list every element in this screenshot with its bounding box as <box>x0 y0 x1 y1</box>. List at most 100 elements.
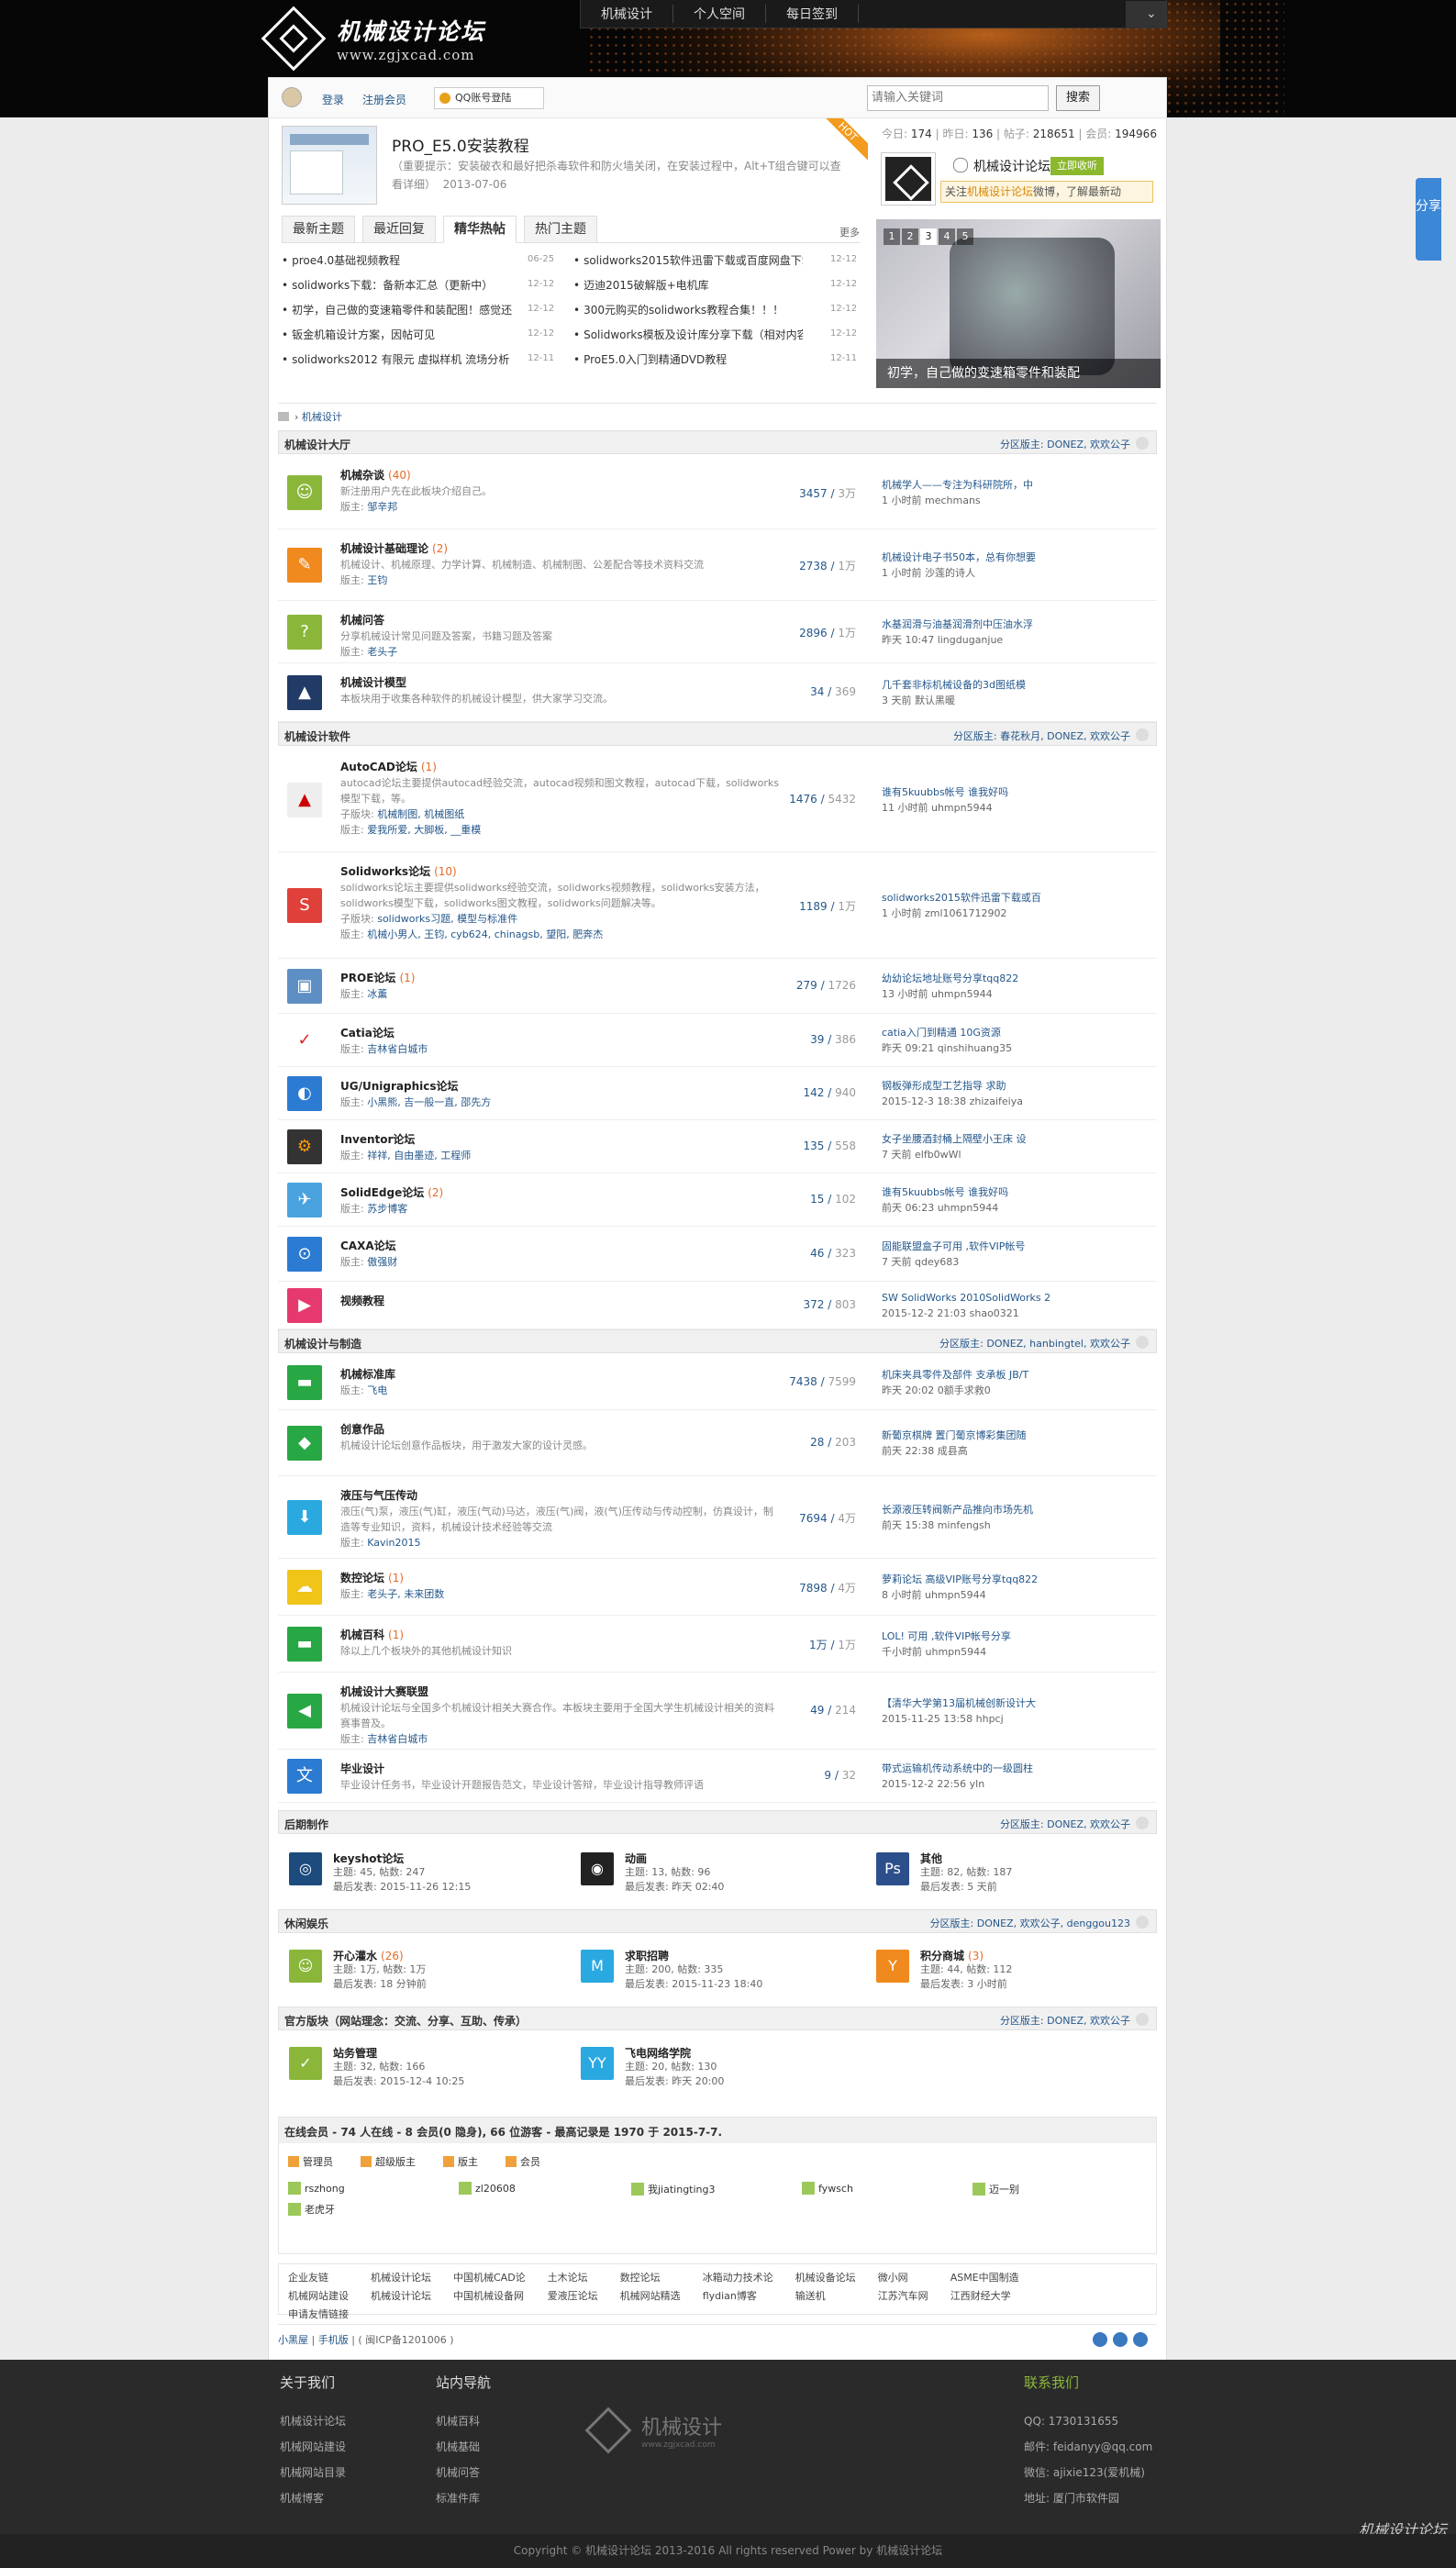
last-post-link[interactable]: 女子坐腰酒封桶上隔壁小王床 设 <box>882 1131 1065 1147</box>
forum-title[interactable]: SolidEdge论坛 <box>340 1186 424 1199</box>
last-post-link[interactable]: 新葡京棋牌 置门葡京博彩集团随 <box>882 1428 1065 1443</box>
forum-icon[interactable]: ◐ <box>287 1076 322 1111</box>
forum-name[interactable]: CAXA论坛 <box>340 1238 396 1253</box>
section-title[interactable]: 机械设计软件 <box>284 728 350 744</box>
slide-5[interactable]: 5 <box>957 228 973 245</box>
online-user[interactable]: 我jiatingting3 <box>631 2182 716 2196</box>
hot-thread-link[interactable]: 钣金机箱设计方案，因帖可见 <box>282 327 520 350</box>
forum-row[interactable]: ? 机械问答 分享机械设计常见问题及答案，书籍习题及答案 版主: 老头子 2896 / … <box>278 601 1157 663</box>
forum-row[interactable]: ☺ 机械杂谈 (40) 新注册用户先在此板块介绍自己。 版主: 邹辛邦 3457 / 3万… <box>278 456 1157 529</box>
last-post-link[interactable]: 长源液压转阀新产品推向市场先机 <box>882 1502 1065 1517</box>
forum-row[interactable]: 文 毕业设计 毕业设计任务书，毕业设计开题报告范文，毕业设计答辩，毕业设计指导教师评… <box>278 1750 1157 1803</box>
forum-icon[interactable]: S <box>287 888 322 923</box>
forum-title[interactable]: 机械杂谈 <box>340 469 384 482</box>
footer-link[interactable]: 机械网站目录 <box>280 2460 346 2485</box>
featured-title[interactable]: PRO_E5.0安装教程 <box>392 133 529 156</box>
forum-name[interactable]: 积分商城 (3) <box>920 1948 984 1963</box>
forum-title[interactable]: 机械设计基础理论 <box>340 542 428 555</box>
forum-name[interactable]: 机械设计大赛联盟 <box>340 1684 428 1699</box>
featured-post[interactable]: PRO_E5.0安装教程 （重要提示：安装破衣和最好把杀毒软件和防火墙关闭，在安… <box>282 126 841 214</box>
image-slider[interactable]: 1 2 3 4 5 初学，自己做的变速箱零件和装配 <box>876 219 1161 388</box>
forum-row[interactable]: ▲ AutoCAD论坛 (1) autocad论坛主要提供autocad经验交流，au… <box>278 748 1157 852</box>
share-tab[interactable]: 分享 <box>1416 178 1441 261</box>
forum-title[interactable]: 机械设计模型 <box>340 676 406 689</box>
section-title[interactable]: 官方版块（网站理念：交流、分享、互助、传承） <box>284 2013 527 2029</box>
forum-title[interactable]: 数控论坛 <box>340 1572 384 1584</box>
friend-link[interactable]: 土木论坛 <box>548 2270 598 2285</box>
tab-latest[interactable]: 最新主题 <box>282 216 355 243</box>
forum-icon[interactable]: ⚙ <box>287 1129 322 1164</box>
moderators[interactable]: DONEZ, 欢欢公子 <box>1047 439 1130 450</box>
online-user[interactable]: 老虎牙 <box>288 2202 335 2217</box>
forum-row[interactable]: ◆ 创意作品 机械设计论坛创意作品板块，用于激发大家的设计灵感。 28 / 203 新葡… <box>278 1410 1157 1476</box>
slide-2[interactable]: 2 <box>902 228 918 245</box>
online-user[interactable]: fywsch <box>802 2182 853 2195</box>
forum-title[interactable]: 机械问答 <box>340 614 384 627</box>
forum-name[interactable]: Solidworks论坛 (10) <box>340 863 457 879</box>
forum-icon[interactable]: ☺ <box>289 1950 322 1983</box>
moderator-links[interactable]: 王钧 <box>367 574 387 586</box>
forum-icon[interactable]: ◀ <box>287 1694 322 1729</box>
forum-icon[interactable]: ◉ <box>581 1852 614 1885</box>
forum-title[interactable]: 求职招聘 <box>625 1950 669 1962</box>
forum-name[interactable]: AutoCAD论坛 (1) <box>340 759 437 774</box>
moderator-links[interactable]: Kavin2015 <box>367 1537 420 1549</box>
forum-icon[interactable]: ◎ <box>289 1852 322 1885</box>
forum-title[interactable]: Inventor论坛 <box>340 1133 415 1146</box>
forum-row[interactable]: S Solidworks论坛 (10) solidworks论坛主要提供solidwo… <box>278 852 1157 959</box>
moderator-links[interactable]: 爱我所爱, 大脚板, __重模 <box>367 824 481 836</box>
online-user[interactable]: zl20608 <box>459 2182 516 2195</box>
forum-title[interactable]: 机械标准库 <box>340 1368 395 1381</box>
forum-icon[interactable]: M <box>581 1950 614 1983</box>
subforum-links[interactable]: 机械制图, 机械图纸 <box>377 808 464 820</box>
collapse-icon[interactable] <box>1136 1817 1149 1829</box>
friend-link[interactable]: 爱液压论坛 <box>548 2288 598 2303</box>
blackroom-link[interactable]: 小黑屋 <box>278 2334 308 2346</box>
last-post-link[interactable]: 机械设计电子书50本，总有你想要 <box>882 550 1065 565</box>
forum-title[interactable]: 站务管理 <box>333 2047 377 2060</box>
forum-name[interactable]: 机械百科 (1) <box>340 1627 404 1642</box>
forum-title[interactable]: 视频教程 <box>340 1295 384 1307</box>
last-post-link[interactable]: catia入门到精通 10G资源 <box>882 1025 1065 1040</box>
friend-link[interactable]: 机械设备论坛 <box>795 2270 856 2285</box>
last-post-link[interactable]: SW SolidWorks 2010SolidWorks 2 <box>882 1290 1065 1306</box>
moderator-links[interactable]: 飞电 <box>367 1384 387 1396</box>
friend-link[interactable]: 江西财经大学 <box>950 2288 1019 2303</box>
moderator-links[interactable]: 冰薰 <box>367 988 387 1000</box>
forum-row[interactable]: ▬ 机械标准库 版主: 飞电 7438 / 7599 机床夹具零件及部件 支承板 JB/… <box>278 1355 1157 1410</box>
section-title[interactable]: 休闲娱乐 <box>284 1916 328 1931</box>
nav-item-signin[interactable]: 每日签到 <box>766 5 859 23</box>
forum-name[interactable]: 求职招聘 <box>625 1948 669 1963</box>
moderator-links[interactable]: 老头子 <box>367 646 397 658</box>
forum-name[interactable]: SolidEdge论坛 (2) <box>340 1184 443 1200</box>
moderators[interactable]: DONEZ, 欢欢公子 <box>1047 2015 1130 2027</box>
forum-cell[interactable]: Y 积分商城 (3) 主题: 44, 帖数: 112 最后发表: 3 小时前 <box>876 1948 1161 1999</box>
last-post-link[interactable]: 固能联盟盒子可用 ,软件VIP帐号 <box>882 1239 1065 1254</box>
friend-link[interactable]: 江苏汽车网 <box>878 2288 928 2303</box>
forum-row[interactable]: ✈ SolidEdge论坛 (2) 版主: 苏步博客 15 / 102 谁有5kuubbs… <box>278 1173 1157 1227</box>
friend-link[interactable]: 输送机 <box>795 2288 856 2303</box>
forum-title[interactable]: 毕业设计 <box>340 1762 384 1775</box>
forum-row[interactable]: ⚙ Inventor论坛 版主: 祥祥, 自由墨迹, 工程师 135 / 558 女子坐… <box>278 1120 1157 1173</box>
slide-1[interactable]: 1 <box>884 228 900 245</box>
forum-name[interactable]: 机械问答 <box>340 612 384 628</box>
forum-title[interactable]: Solidworks论坛 <box>340 865 430 878</box>
forum-row[interactable]: ◀ 机械设计大赛联盟 机械设计论坛与全国多个机械设计相关大赛合作。本板块主要用于全国… <box>278 1673 1157 1750</box>
friend-link[interactable]: 机械设计论坛 <box>371 2288 431 2303</box>
friend-link[interactable]: 中国机械设备网 <box>453 2288 526 2303</box>
forum-title[interactable]: 开心灌水 <box>333 1950 377 1962</box>
forum-row[interactable]: ▣ PROE论坛 (1) 版主: 冰薰 279 / 1726 幼幼论坛地址账号分享tqq8… <box>278 959 1157 1014</box>
slider-caption[interactable]: 初学，自己做的变速箱零件和装配 <box>876 359 1161 388</box>
footer-link[interactable]: 机械设计论坛 <box>280 2408 346 2434</box>
forum-name[interactable]: keyshot论坛 <box>333 1851 404 1866</box>
last-post-link[interactable]: 机床夹具零件及部件 支承板 JB/T <box>882 1367 1065 1383</box>
forum-name[interactable]: 机械设计基础理论 (2) <box>340 540 448 556</box>
forum-icon[interactable]: Ps <box>876 1852 909 1885</box>
forum-row[interactable]: ⊙ CAXA论坛 版主: 傲强财 46 / 323 固能联盟盒子可用 ,软件VIP帐号 7… <box>278 1227 1157 1282</box>
search-button[interactable]: 搜索 <box>1056 85 1100 111</box>
follow-button[interactable]: 立即收听 <box>1050 157 1104 175</box>
collapse-icon[interactable] <box>1136 1336 1149 1349</box>
online-user[interactable]: 迈一别 <box>973 2182 1019 2196</box>
forum-row[interactable]: ✎ 机械设计基础理论 (2) 机械设计、机械原理、力学计算、机械制造、机械制图、公差配… <box>278 529 1157 601</box>
moderators[interactable]: DONEZ, 欢欢公子 <box>1047 1818 1130 1830</box>
